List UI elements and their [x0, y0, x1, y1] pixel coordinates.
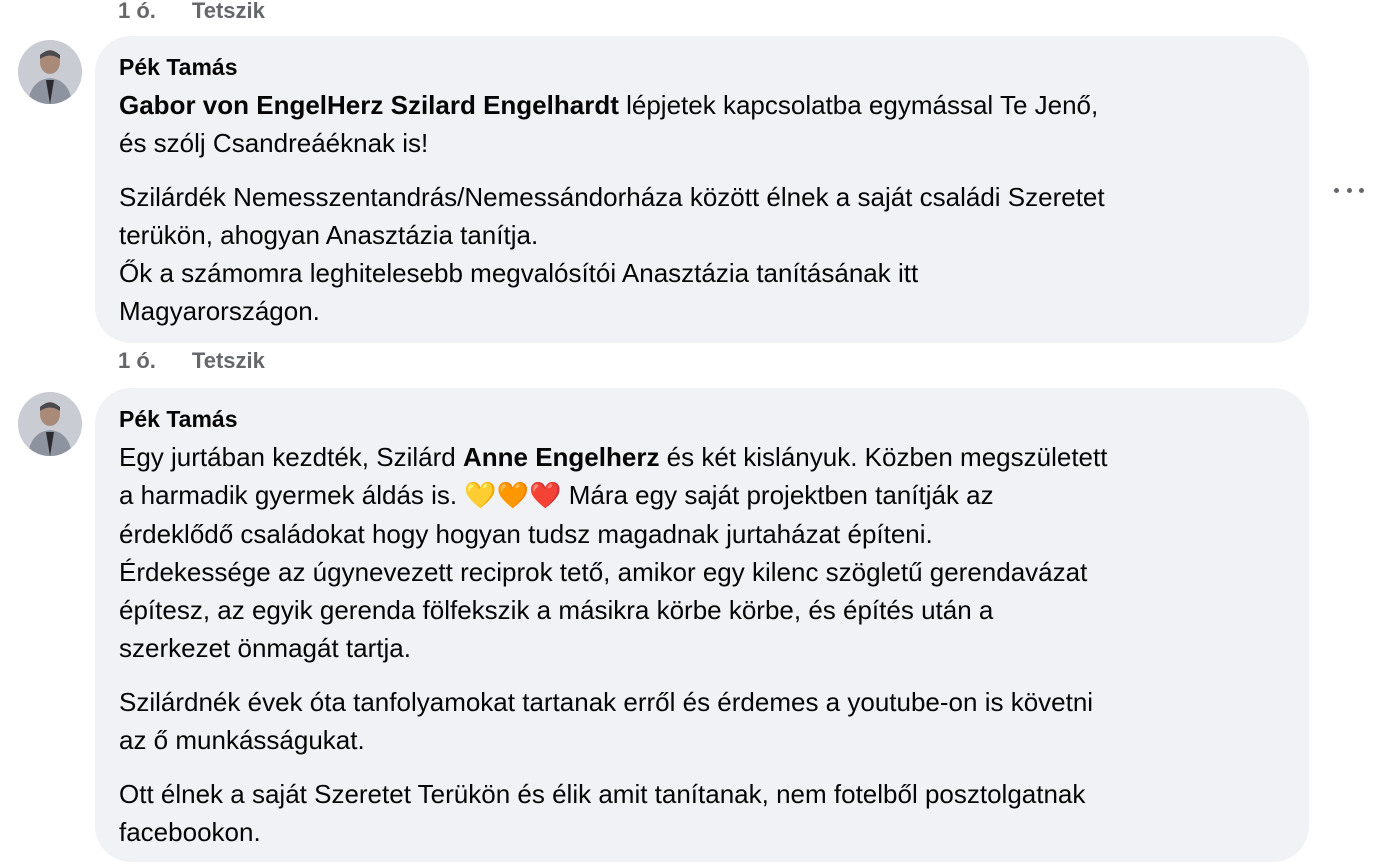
comment-text: terükön, ahogyan Anasztázia tanítja.	[119, 220, 539, 250]
comment-bubble: Pék Tamás Gabor von EngelHerz Szilard En…	[95, 36, 1309, 343]
avatar[interactable]	[18, 40, 82, 104]
comment-bubble: Pék Tamás Egy jurtában kezdték, Szilárd …	[95, 388, 1309, 862]
comment-text: Ők a számomra leghitelesebb megvalósítói…	[119, 258, 919, 288]
comment-actions: 1 ó. Tetszik	[118, 348, 265, 374]
comment-text: Magyarországon.	[119, 296, 320, 326]
comment-paragraph: Ott élnek a saját Szeretet Terükön és él…	[119, 775, 1285, 851]
comment-text: Egy jurtában kezdték, Szilárd	[119, 442, 463, 472]
avatar-image	[18, 392, 82, 456]
comment-text: Mára egy saját projektben tanítják az	[561, 480, 994, 510]
comment-text: szerkezet önmagát tartja.	[119, 633, 411, 663]
comment-text: Érdekessége az úgynevezett reciprok tető…	[119, 557, 1088, 587]
comment-text: építesz, az egyik gerenda fölfekszik a m…	[119, 595, 994, 625]
comment-paragraph: Egy jurtában kezdték, Szilárd Anne Engel…	[119, 438, 1285, 667]
heart-emoji-icon: 💛🧡❤️	[464, 481, 562, 511]
comment-paragraph: Szilárdék Nemesszentandrás/Nemessándorhá…	[119, 178, 1285, 330]
like-button[interactable]: Tetszik	[192, 0, 265, 24]
timestamp[interactable]: 1 ó.	[118, 0, 156, 24]
comment-text: facebookon.	[119, 817, 261, 847]
comment-author[interactable]: Pék Tamás	[119, 52, 1285, 82]
comment-author[interactable]: Pék Tamás	[119, 404, 1285, 434]
comment-text: és két kislányuk. Közben megszületett	[659, 442, 1108, 472]
mention-link[interactable]: Anne Engelherz	[463, 442, 659, 472]
avatar[interactable]	[18, 392, 82, 456]
comment-paragraph: Szilárdnék évek óta tanfolyamokat tartan…	[119, 683, 1285, 759]
comment-actions-previous: 1 ó. Tetszik	[118, 0, 265, 24]
mention-link[interactable]: Gabor von EngelHerz Szilard Engelhardt	[119, 90, 619, 120]
comment-text: és szólj Csandreáéknak is!	[119, 128, 429, 158]
comment-text: az ő munkásságukat.	[119, 725, 365, 755]
comment-text: érdeklődő családokat hogy hogyan tudsz m…	[119, 519, 933, 549]
comment-paragraph: Gabor von EngelHerz Szilard Engelhardt l…	[119, 86, 1285, 162]
more-options-icon[interactable]	[1334, 184, 1364, 196]
comment-text: Ott élnek a saját Szeretet Terükön és él…	[119, 779, 1086, 809]
comment-text: lépjetek kapcsolatba egymással Te Jenő,	[618, 90, 1099, 120]
comment-text: Szilárdék Nemesszentandrás/Nemessándorhá…	[119, 182, 1105, 212]
like-button[interactable]: Tetszik	[192, 348, 265, 374]
comment-text: a harmadik gyermek áldás is.	[119, 480, 465, 510]
comment-text: Szilárdnék évek óta tanfolyamokat tartan…	[119, 687, 1094, 717]
avatar-image	[18, 40, 82, 104]
timestamp[interactable]: 1 ó.	[118, 348, 156, 374]
